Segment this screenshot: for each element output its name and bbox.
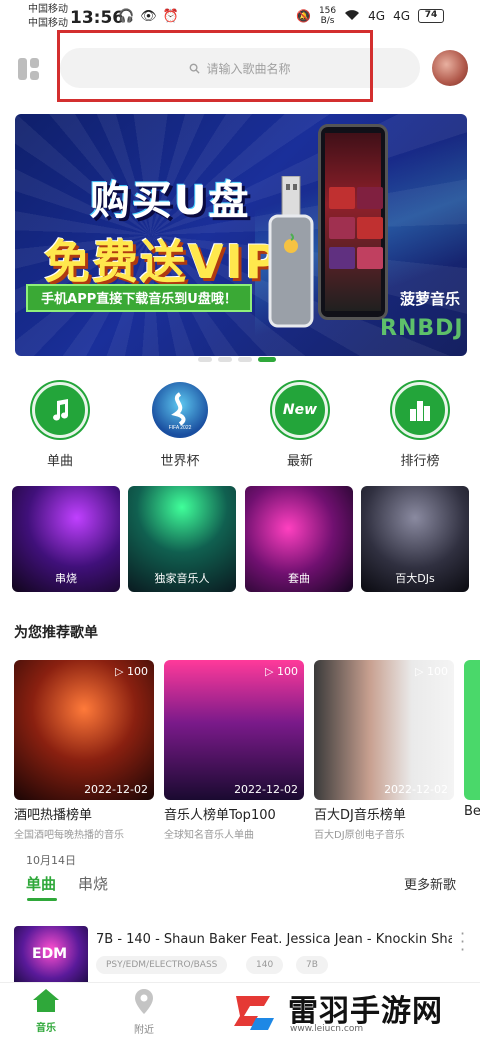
phone-mockup bbox=[318, 124, 388, 320]
playlist-date: 2022-12-02 bbox=[384, 783, 448, 796]
music-note-icon bbox=[32, 382, 88, 438]
song-title[interactable]: 7B - 140 - Shaun Baker Feat. Jessica Jea… bbox=[96, 932, 452, 947]
genre-label: 套曲 bbox=[288, 572, 310, 585]
watermark-url: www.leiucn.com bbox=[290, 1024, 364, 1034]
mute-icon: 🔕 bbox=[295, 9, 311, 23]
search-placeholder: 请输入歌曲名称 bbox=[206, 61, 291, 76]
watermark-logo-icon bbox=[234, 996, 274, 1030]
banner-subtitle: 手机APP直接下载音乐到U盘哦！ bbox=[26, 284, 252, 312]
category-label: 排行榜 bbox=[400, 454, 440, 469]
svg-text:FIFA 2022: FIFA 2022 bbox=[169, 425, 192, 430]
playlist-name: 百大DJ音乐榜单 bbox=[314, 808, 406, 823]
genre-tile-exclusive-artist[interactable]: 独家音乐人 bbox=[128, 486, 236, 592]
genre-tile-suite[interactable]: 套曲 bbox=[245, 486, 353, 592]
more-new-songs-button[interactable]: 更多新歌 bbox=[404, 874, 456, 893]
new-badge: New bbox=[282, 402, 318, 418]
eye-icon: 👁 bbox=[140, 9, 157, 24]
genre-label: 独家音乐人 bbox=[154, 572, 210, 585]
category-world-cup[interactable]: FIFA 2022 世界杯 bbox=[149, 382, 211, 469]
category-single[interactable]: 单曲 bbox=[29, 382, 91, 469]
tab-medley[interactable]: 串烧 bbox=[78, 873, 108, 894]
play-count: ▷ 100 bbox=[415, 665, 448, 678]
banner-brand: 菠萝音乐 bbox=[400, 290, 461, 308]
genre-label: 串烧 bbox=[55, 572, 77, 585]
home-icon bbox=[33, 989, 59, 1012]
search-icon bbox=[190, 63, 201, 74]
song-tag: 140 bbox=[246, 956, 284, 974]
playlist-date: 2022-12-02 bbox=[234, 783, 298, 796]
avatar[interactable] bbox=[432, 50, 468, 86]
playlist-desc: 百大DJ原创电子音乐 bbox=[314, 830, 405, 841]
category-label: 单曲 bbox=[46, 454, 73, 469]
speed-value: 156 bbox=[318, 6, 337, 16]
nav-music[interactable]: 音乐 bbox=[16, 987, 76, 1034]
banner-headline-2: 免费送VIP bbox=[44, 235, 281, 289]
genre-tile-top-djs[interactable]: 百大DJs bbox=[361, 486, 469, 592]
nav-label: 音乐 bbox=[36, 1023, 56, 1034]
playlist-card[interactable]: ▷ 100 2022-12-02 百大DJ音乐榜单 百大DJ原创电子音乐 bbox=[314, 660, 454, 841]
alarm-icon: ⏰ bbox=[162, 9, 179, 24]
more-options-icon[interactable]: · · · bbox=[460, 926, 465, 958]
chart-bars-icon bbox=[392, 382, 448, 438]
playlist-card[interactable]: ▷ 100 2022-12-02 酒吧热播榜单 全国酒吧每晚热播的音乐 bbox=[14, 660, 154, 841]
fifa-world-cup-icon: FIFA 2022 bbox=[152, 382, 208, 438]
speed-unit: B/s bbox=[320, 16, 335, 26]
playlist-desc: 全球知名音乐人单曲 bbox=[164, 830, 254, 841]
headphones-icon: 🎧 bbox=[118, 9, 135, 24]
playlist-date: 2022-12-02 bbox=[84, 783, 148, 796]
section-title: 为您推荐歌单 bbox=[14, 625, 98, 641]
song-artwork[interactable]: EDM bbox=[14, 926, 88, 986]
location-pin-icon bbox=[135, 989, 153, 1014]
carousel-indicator bbox=[198, 357, 276, 362]
playlist-name: 酒吧热播榜单 bbox=[14, 808, 93, 823]
carrier-label-1: 中国移动 bbox=[28, 4, 68, 15]
signal-4g-2: 4G bbox=[393, 9, 410, 23]
grid-menu-icon[interactable] bbox=[18, 58, 40, 80]
tab-single[interactable]: 单曲 bbox=[26, 873, 56, 894]
playlist-name: 音乐人榜单Top100 bbox=[164, 808, 276, 823]
category-chart[interactable]: 排行榜 bbox=[389, 382, 451, 469]
banner-headline-1: 购买U盘 bbox=[90, 178, 251, 224]
network-speed: 156 B/s bbox=[319, 6, 336, 26]
status-icons: 🎧 👁 ⏰ bbox=[118, 9, 179, 24]
usb-drive-icon bbox=[268, 176, 314, 328]
song-tag: PSY/EDM/ELECTRO/BASS bbox=[96, 956, 228, 974]
play-count: ▷ 100 bbox=[115, 665, 148, 678]
status-right: 🔕 156 B/s 4G 4G 74 bbox=[296, 6, 444, 26]
genre-tile-medley[interactable]: 串烧 bbox=[12, 486, 120, 592]
playlist-card[interactable]: ▷ 100 2022-12-02 音乐人榜单Top100 全球知名音乐人单曲 bbox=[164, 660, 304, 841]
playlist-card[interactable]: Be bbox=[464, 660, 480, 819]
signal-4g-1: 4G bbox=[368, 9, 386, 23]
nav-label: 附近 bbox=[134, 1025, 154, 1036]
watermark: 雷羽手游网 www.leiucn.com bbox=[226, 984, 480, 1040]
new-icon: New bbox=[272, 382, 328, 438]
playlist-desc: 全国酒吧每晚热播的音乐 bbox=[14, 830, 124, 841]
status-time: 13:56 bbox=[70, 8, 125, 28]
category-label: 最新 bbox=[286, 454, 313, 469]
play-count: ▷ 100 bbox=[265, 665, 298, 678]
search-input[interactable]: 请输入歌曲名称 bbox=[60, 48, 420, 88]
song-art-label: EDM bbox=[32, 946, 68, 962]
song-tag: 7B bbox=[296, 956, 328, 974]
banner-brand-2: RNBDJ bbox=[380, 316, 464, 341]
status-bar: 中国移动 中国移动 13:56 🎧 👁 ⏰ 🔕 156 B/s 4G 4G 74 bbox=[0, 0, 480, 36]
new-songs-date: 10月14日 bbox=[26, 854, 76, 867]
carrier-label-2: 中国移动 bbox=[28, 18, 68, 29]
category-label: 世界杯 bbox=[160, 454, 200, 469]
wifi-icon bbox=[344, 9, 360, 24]
category-new[interactable]: New 最新 bbox=[269, 382, 331, 469]
playlist-name: Be bbox=[464, 804, 480, 819]
genre-label: 百大DJs bbox=[395, 572, 435, 585]
battery-indicator: 74 bbox=[418, 9, 444, 23]
nav-nearby[interactable]: 附近 bbox=[114, 987, 174, 1036]
active-tab-indicator bbox=[27, 898, 57, 901]
